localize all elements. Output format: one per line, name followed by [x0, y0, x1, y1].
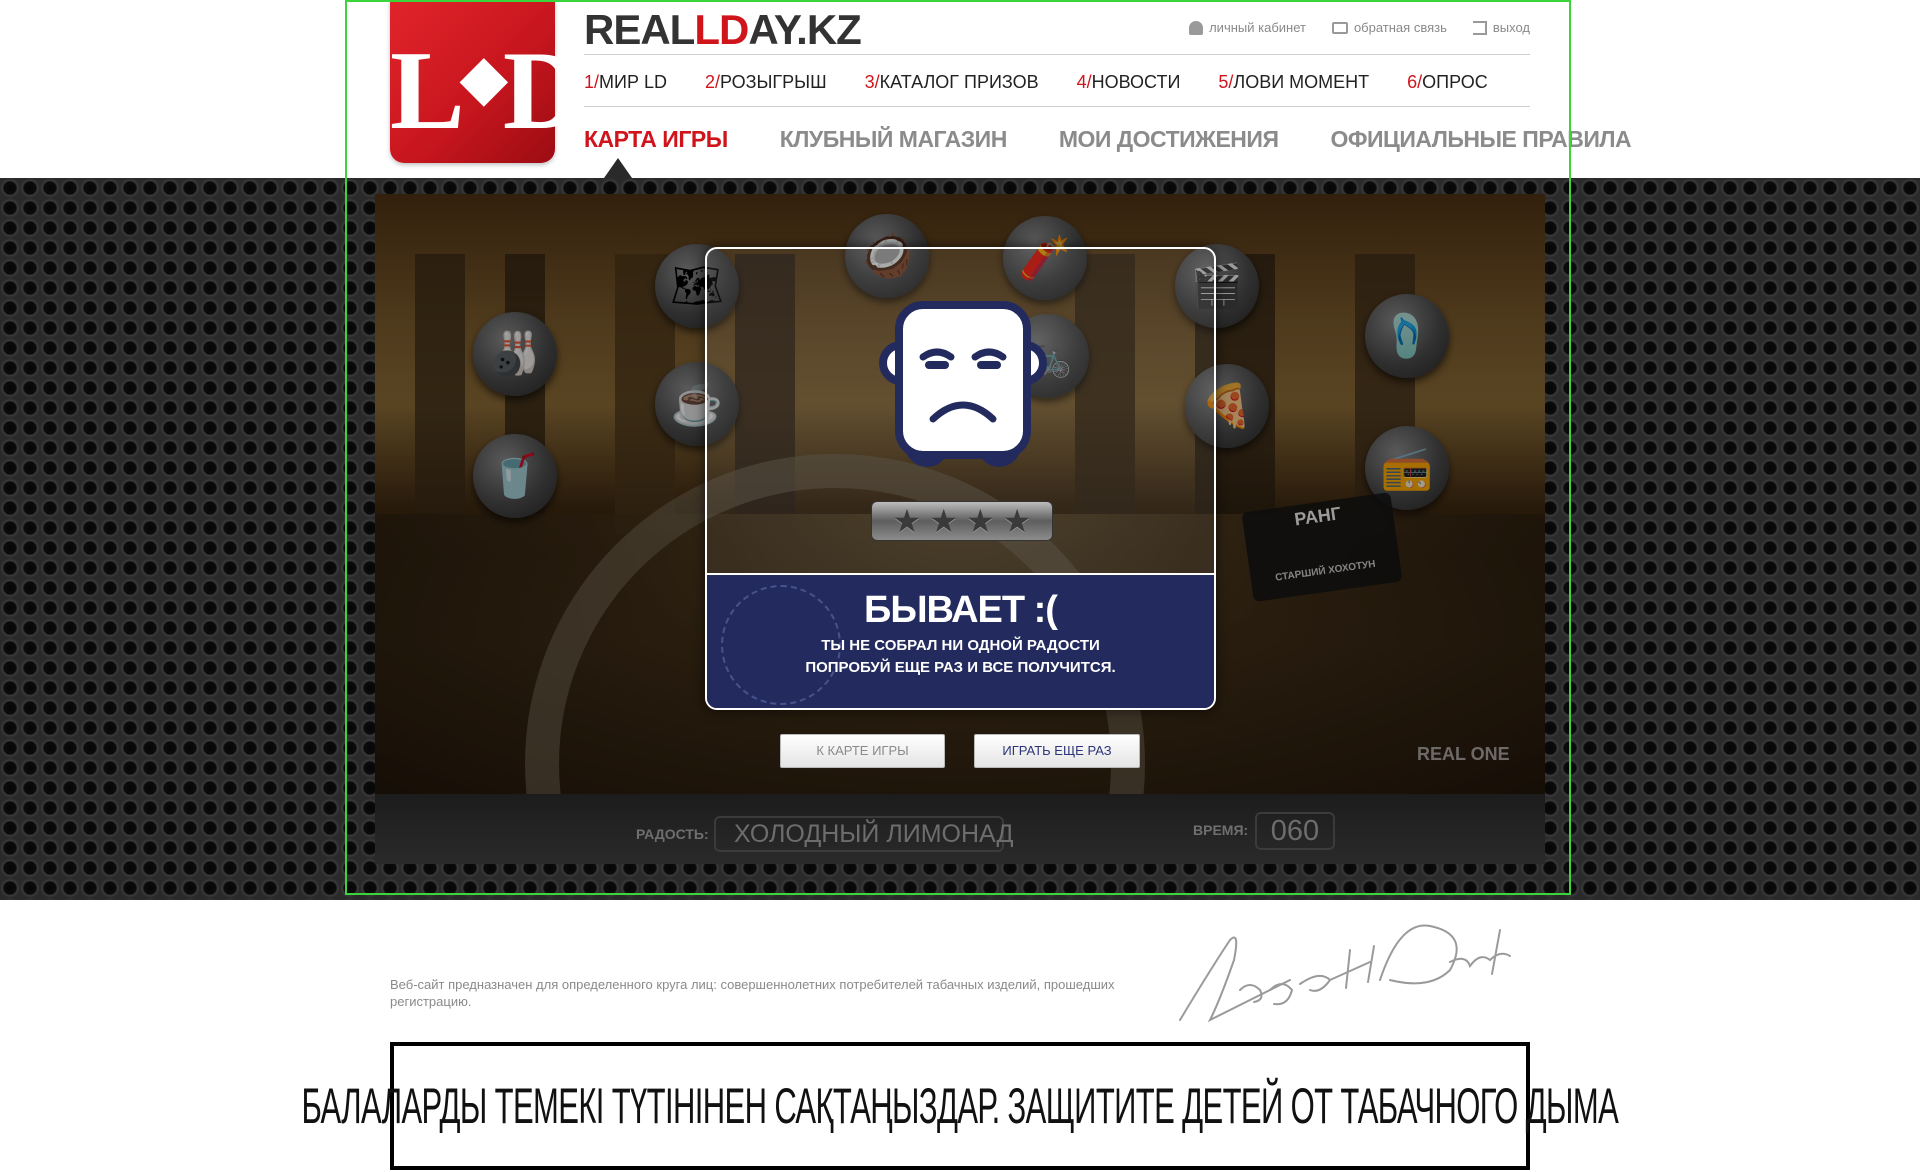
tab-official-rules[interactable]: ОФИЦИАЛЬНЫЕ ПРАВИЛА [1330, 126, 1631, 153]
time-label: ВРЕМЯ: [1193, 822, 1249, 838]
modal-title: БЫВАЕТ :( [864, 589, 1058, 631]
site-title[interactable]: REALLDAY.KZ [584, 6, 862, 54]
user-icon [1189, 20, 1204, 35]
time-value: 060 [1255, 812, 1335, 850]
nav-item-katalog[interactable]: 3/КАТАЛОГ ПРИЗОВ [865, 72, 1039, 93]
user-links: личный кабинет обратная связь выход [1189, 20, 1530, 35]
feedback-link[interactable]: обратная связь [1331, 20, 1447, 35]
exit-icon [1472, 20, 1487, 35]
sad-face-icon [879, 301, 1047, 467]
tab-club-shop[interactable]: КЛУБНЫЙ МАГАЗИН [780, 126, 1008, 153]
primary-nav: 1/МИР LD 2/РОЗЫГРЫШ 3/КАТАЛОГ ПРИЗОВ 4/Н… [584, 72, 1488, 93]
liggett-ducat-signature [1179, 924, 1511, 1023]
chat-icon [1331, 21, 1348, 34]
nav-item-rozygrysh[interactable]: 2/РОЗЫГРЫШ [705, 72, 827, 93]
health-warning-box: БАЛАЛАРДЫ ТЕМЕКІ ТҮТІНІНЕН САҚТАҢЫЗДАР. … [302, 1042, 1619, 1170]
star-icon: ★ [1002, 503, 1032, 539]
star-icon: ★ [892, 503, 922, 539]
star-icon: ★ [929, 503, 958, 539]
nav-item-lovi-moment[interactable]: 5/ЛОВИ МОМЕНТ [1218, 72, 1369, 93]
health-warning-text: БАЛАЛАРДЫ ТЕМЕКІ ТҮТІНІНЕН САҚТАҢЫЗДАР. … [301, 1078, 1619, 1134]
joy-value: ХОЛОДНЫЙ ЛИМОНАД [714, 816, 1013, 852]
modal-top-panel: ★ ★ ★ ★ [707, 249, 1214, 573]
tab-game-map[interactable]: КАРТА ИГРЫ [584, 126, 728, 153]
modal-message-panel: БЫВАЕТ :( ТЫ НЕ СОБРАЛ НИ ОДНОЙ РАДОСТИ … [707, 573, 1214, 708]
result-modal: ★ ★ ★ ★ БЫВАЕТ :( ТЫ НЕ СОБРАЛ НИ ОДНОЙ … [705, 247, 1216, 710]
logout-link[interactable]: выход [1472, 20, 1530, 35]
nav-item-mir-ld[interactable]: 1/МИР LD [584, 72, 667, 93]
account-link[interactable]: личный кабинет [1189, 20, 1306, 35]
site-header: L◆D REALLDAY.KZ личный кабинет обратная … [0, 0, 1920, 178]
back-to-map-button[interactable]: К КАРТЕ ИГРЫ [780, 734, 945, 768]
star-icon: ★ [966, 503, 995, 539]
header-divider [584, 54, 1530, 55]
age-disclaimer: Веб-сайт предназначен для определенного … [390, 977, 1115, 1009]
secondary-nav: КАРТА ИГРЫ КЛУБНЫЙ МАГАЗИН МОИ ДОСТИЖЕНИ… [584, 126, 1632, 153]
game-status-bar: РАДОСТЬ: ХОЛОДНЫЙ ЛИМОНАД ВРЕМЯ: 060 [375, 794, 1545, 864]
active-tab-pointer [604, 158, 632, 178]
ld-logo[interactable]: L◆D [390, 0, 584, 163]
nav-divider [584, 106, 1530, 107]
logo-text: L◆D [390, 29, 584, 153]
modal-message: ТЫ НЕ СОБРАЛ НИ ОДНОЙ РАДОСТИ ПОПРОБУЙ Е… [805, 637, 1116, 676]
play-again-button[interactable]: ИГРАТЬ ЕЩЕ РАЗ [974, 734, 1140, 768]
tab-achievements[interactable]: МОИ ДОСТИЖЕНИЯ [1059, 126, 1279, 153]
star-rating: ★ ★ ★ ★ [871, 501, 1053, 541]
joy-label: РАДОСТЬ: [636, 826, 709, 842]
nav-item-novosti[interactable]: 4/НОВОСТИ [1077, 72, 1181, 93]
nav-item-opros[interactable]: 6/ОПРОС [1407, 72, 1488, 93]
